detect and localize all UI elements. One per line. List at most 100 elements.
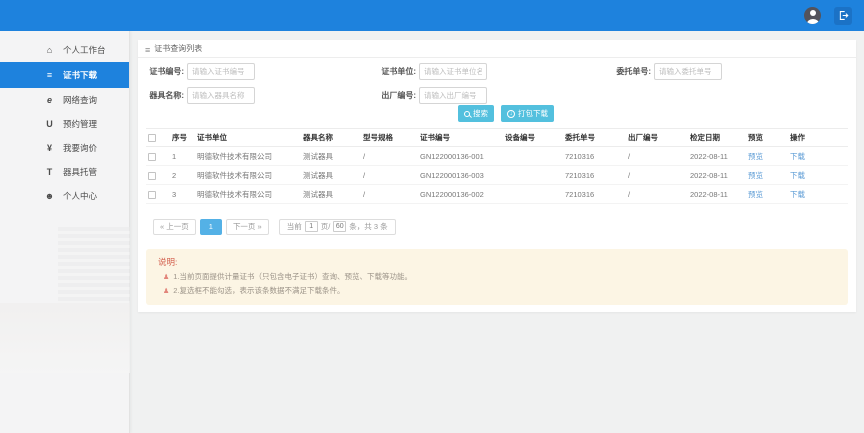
- field-input-4[interactable]: [419, 87, 487, 104]
- form-buttons: 搜索 打包下载: [458, 105, 554, 122]
- preview-link[interactable]: 预览: [748, 152, 763, 161]
- column-header: 预览: [746, 129, 788, 147]
- table-cell: 2022-08-11: [688, 147, 746, 166]
- column-header: 器具名称: [301, 129, 361, 147]
- sidebar-item-6[interactable]: T器具托管: [0, 160, 129, 184]
- preview-link[interactable]: 预览: [748, 190, 763, 199]
- table-cell: /: [626, 185, 688, 204]
- search-button[interactable]: 搜索: [458, 105, 494, 122]
- table-cell: 7210316: [563, 185, 626, 204]
- preview-link[interactable]: 预览: [748, 171, 763, 180]
- pagination-info: 当前 1 页/ 60 条，共 3 条: [279, 219, 396, 235]
- row-checkbox-cell: [146, 166, 170, 185]
- note-text: 1.当前页面提供计量证书（只包含电子证书）查询、预览、下载等功能。: [173, 271, 412, 282]
- prev-page-button[interactable]: « 上一页: [153, 219, 196, 235]
- note-text: 2.复选框不能勾选，表示该条数据不满足下载条件。: [173, 285, 344, 296]
- table-cell: /: [361, 185, 418, 204]
- table-cell: /: [361, 147, 418, 166]
- table-row: 2明德软件技术有限公司测试器具/GN122000136-0037210316/2…: [146, 166, 848, 185]
- table-cell: GN122000136-003: [418, 166, 503, 185]
- sidebar-item-label: 个人工作台: [63, 44, 106, 56]
- form-field-1: 证书单位:: [376, 63, 487, 80]
- note-item: 2.复选框不能勾选，表示该条数据不满足下载条件。: [158, 285, 836, 296]
- row-checkbox[interactable]: [148, 172, 156, 180]
- next-page-button[interactable]: 下一页 »: [226, 219, 269, 235]
- note-item: 1.当前页面提供计量证书（只包含电子证书）查询、预览、下载等功能。: [158, 271, 836, 282]
- table-cell: 测试器具: [301, 185, 361, 204]
- search-button-label: 搜索: [473, 108, 488, 119]
- page-number-box[interactable]: 1: [305, 221, 318, 232]
- row-checkbox-cell: [146, 147, 170, 166]
- field-input-0[interactable]: [187, 63, 255, 80]
- table-cell: 测试器具: [301, 147, 361, 166]
- column-header: 委托单号: [563, 129, 626, 147]
- sidebar-item-2[interactable]: ≡ 证书下载: [0, 62, 129, 88]
- sidebar-item-4[interactable]: U预约管理: [0, 112, 129, 136]
- page-1-button[interactable]: 1: [200, 219, 222, 235]
- sidebar-watermark: [58, 227, 130, 303]
- column-header: 序号: [170, 129, 195, 147]
- u-icon: U: [43, 119, 56, 129]
- field-input-1[interactable]: [419, 63, 487, 80]
- column-header: 证书编号: [418, 129, 503, 147]
- sidebar-item-3[interactable]: e网络查询: [0, 88, 129, 112]
- form-field-2: 委托单号:: [611, 63, 722, 80]
- home-icon: ⌂: [43, 45, 56, 55]
- column-header: 出厂编号: [626, 129, 688, 147]
- certificate-query-panel: 证书查询列表 搜索 打包下载 证书编号:证书单位:委托单号:器具名称:出厂编号:: [138, 40, 856, 312]
- user-avatar[interactable]: [804, 7, 821, 24]
- row-checkbox[interactable]: [148, 153, 156, 161]
- table-cell: 明德软件技术有限公司: [195, 185, 301, 204]
- list-icon: ≡: [43, 70, 56, 80]
- page-size-box[interactable]: 60: [333, 221, 346, 232]
- topbar: [0, 0, 864, 31]
- table-cell: [503, 185, 563, 204]
- logout-button[interactable]: [834, 7, 852, 25]
- person-icon: ☻: [43, 191, 56, 201]
- download-link[interactable]: 下载: [790, 190, 805, 199]
- sidebar-item-5[interactable]: ¥ 我要询价: [0, 136, 129, 160]
- yen-icon: ¥: [43, 143, 56, 153]
- row-checkbox[interactable]: [148, 191, 156, 199]
- table-cell: [503, 147, 563, 166]
- table-cell: GN122000136-002: [418, 185, 503, 204]
- table-cell: 预览: [746, 147, 788, 166]
- table-cell: 下载: [788, 185, 848, 204]
- download-link[interactable]: 下载: [790, 152, 805, 161]
- field-label: 出厂编号:: [376, 90, 416, 101]
- column-header: 设备编号: [503, 129, 563, 147]
- table-cell: 下载: [788, 166, 848, 185]
- notes-list: 1.当前页面提供计量证书（只包含电子证书）查询、预览、下载等功能。 2.复选框不能…: [158, 271, 836, 296]
- sidebar-item-7[interactable]: ☻个人中心: [0, 184, 129, 208]
- table-cell: 测试器具: [301, 166, 361, 185]
- t-icon: T: [43, 167, 56, 177]
- avatar-head: [810, 10, 816, 16]
- table-cell: /: [361, 166, 418, 185]
- table-cell: /: [626, 147, 688, 166]
- sidebar-item-label: 网络查询: [63, 94, 97, 106]
- table-cell: /: [626, 166, 688, 185]
- sidebar-item-1[interactable]: ⌂ 个人工作台: [0, 38, 129, 62]
- sidebar-item-label: 证书下载: [63, 69, 97, 81]
- header-checkbox-cell: [146, 129, 170, 147]
- table-cell: [503, 166, 563, 185]
- sidebar-item-label: 我要询价: [63, 142, 97, 154]
- field-input-2[interactable]: [654, 63, 722, 80]
- column-header: 证书单位: [195, 129, 301, 147]
- download-link[interactable]: 下载: [790, 171, 805, 180]
- sidebar: ⌂ 个人工作台 ≡ 证书下载 e网络查询U预约管理 ¥ 我要询价 T器具托管☻个人中心: [0, 31, 130, 433]
- column-header: 操作: [788, 129, 848, 147]
- field-label: 证书单位:: [376, 66, 416, 77]
- package-download-button[interactable]: 打包下载: [501, 105, 554, 122]
- panel-header: 证书查询列表: [138, 40, 856, 58]
- sidebar-watermark-2: [0, 303, 130, 373]
- table-cell: 2022-08-11: [688, 166, 746, 185]
- field-input-3[interactable]: [187, 87, 255, 104]
- form-field-3: 器具名称:: [144, 87, 255, 104]
- table-cell: 3: [170, 185, 195, 204]
- column-header: 检定日期: [688, 129, 746, 147]
- select-all-checkbox[interactable]: [148, 134, 156, 142]
- avatar-body: [807, 19, 819, 24]
- table-cell: GN122000136-001: [418, 147, 503, 166]
- certificate-table: 序号证书单位器具名称型号规格证书编号设备编号委托单号出厂编号检定日期预览操作 1…: [146, 128, 848, 204]
